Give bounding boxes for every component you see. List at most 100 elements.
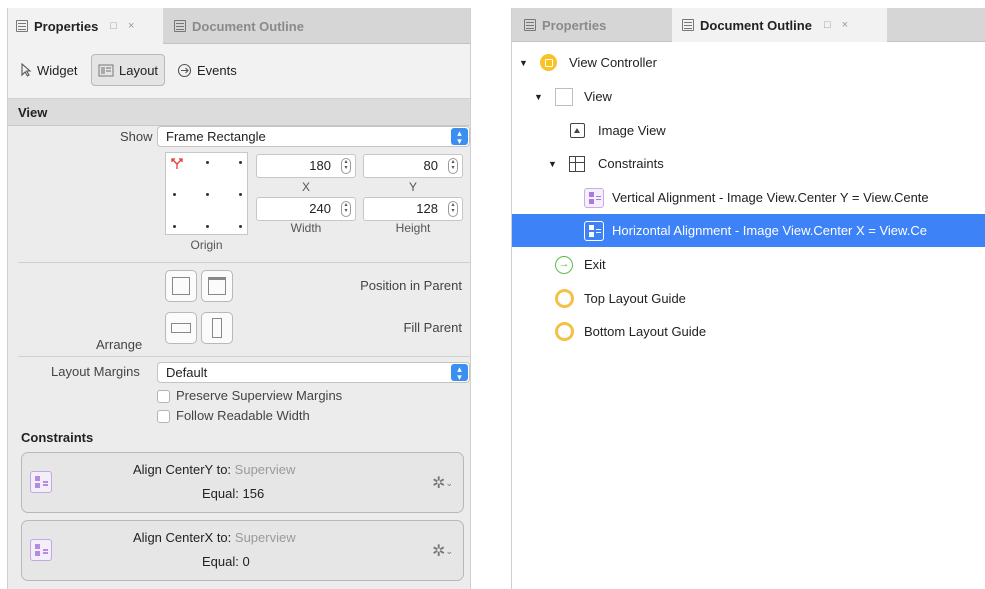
- arrow-circle-icon: [177, 63, 192, 77]
- height-value: 128: [416, 201, 438, 216]
- stepper-icon[interactable]: ▴ ▾: [341, 158, 351, 174]
- tab-label: Document Outline: [700, 17, 812, 33]
- constraint-card[interactable]: Align CenterY to: Superview Equal: 156 ✲…: [21, 452, 464, 513]
- view-controller-icon: [540, 54, 557, 71]
- show-popup[interactable]: Frame Rectangle ▴ ▾: [157, 126, 470, 147]
- origin-dot: [206, 193, 209, 196]
- equal-value[interactable]: 156: [243, 486, 265, 501]
- mode-widget[interactable]: Widget: [14, 54, 83, 86]
- fill-horizontal-button[interactable]: [165, 312, 197, 344]
- disclosure-triangle-icon[interactable]: ▼: [548, 159, 557, 169]
- outline-item-constraints[interactable]: ▼ Constraints: [512, 147, 985, 180]
- equal-value[interactable]: 0: [243, 554, 250, 569]
- stepper-icon[interactable]: ▴ ▾: [341, 201, 351, 217]
- position-vertical-icon: [208, 277, 226, 295]
- width-caption: Width: [290, 221, 322, 235]
- align-left-right-button[interactable]: [165, 270, 197, 302]
- layout-icon: [98, 64, 114, 76]
- constraint-prefix: Align CenterY to:: [133, 462, 232, 477]
- tab-properties[interactable]: Properties: [512, 8, 667, 42]
- disclosure-triangle-icon[interactable]: ▼: [534, 92, 543, 102]
- layout-guide-icon: [555, 289, 574, 308]
- show-value: Frame Rectangle: [166, 129, 266, 144]
- outline-label: Image View: [598, 123, 666, 138]
- constraint-target[interactable]: Superview: [235, 530, 296, 545]
- constraint-icon: [30, 539, 52, 561]
- width-value: 240: [309, 201, 331, 216]
- preserve-superview-margins-label: Preserve Superview Margins: [176, 388, 343, 403]
- constraint-card[interactable]: Align CenterX to: Superview Equal: 0 ✲⌄: [21, 520, 464, 581]
- constraints-title: Constraints: [21, 430, 94, 445]
- gear-icon[interactable]: ✲⌄: [432, 473, 453, 493]
- origin-label: Origin: [190, 238, 223, 252]
- outline-item-bottom-layout-guide[interactable]: Bottom Layout Guide: [512, 315, 985, 348]
- equal-label: Equal:: [202, 554, 239, 569]
- show-label: Show: [120, 129, 153, 144]
- exit-icon: →: [555, 255, 573, 274]
- layout-margins-popup[interactable]: Default ▴ ▾: [157, 362, 470, 383]
- outline-item-image-view[interactable]: Image View: [512, 114, 985, 147]
- layout-guide-icon: [555, 322, 574, 341]
- preserve-superview-margins-checkbox[interactable]: [157, 390, 170, 403]
- x-value: 180: [309, 158, 331, 173]
- popup-arrows-icon: ▴ ▾: [451, 364, 468, 382]
- outline-label: Horizontal Alignment - Image View.Center…: [612, 223, 927, 238]
- tab-document-outline[interactable]: Document Outline □ ×: [672, 8, 887, 42]
- mode-label: Events: [197, 62, 237, 78]
- constraint-target[interactable]: Superview: [235, 462, 296, 477]
- origin-dot: [206, 161, 209, 164]
- position-horizontal-icon: [172, 277, 190, 295]
- origin-dot: [173, 193, 176, 196]
- fill-horizontal-icon: [171, 323, 191, 333]
- height-field[interactable]: 128 ▴ ▾: [363, 197, 463, 221]
- align-top-bottom-button[interactable]: [201, 270, 233, 302]
- gear-icon[interactable]: ✲⌄: [432, 541, 453, 561]
- outline-item-view-controller[interactable]: ▼ View Controller: [512, 46, 985, 79]
- outline-item-exit[interactable]: → Exit: [512, 248, 985, 281]
- outline-item-top-layout-guide[interactable]: Top Layout Guide: [512, 282, 985, 315]
- tab-label: Properties: [542, 17, 607, 33]
- origin-grid[interactable]: [165, 152, 248, 235]
- outline-item-horizontal-alignment[interactable]: Horizontal Alignment - Image View.Center…: [512, 214, 985, 247]
- constraint-icon: [584, 220, 604, 241]
- follow-readable-width-checkbox[interactable]: [157, 410, 170, 423]
- origin-dot: [206, 225, 209, 228]
- outline-item-view[interactable]: ▼ View: [512, 80, 985, 113]
- tab-document-outline[interactable]: Document Outline: [174, 8, 334, 44]
- outline-label: View Controller: [569, 55, 657, 70]
- fill-vertical-button[interactable]: [201, 312, 233, 344]
- outline-label: Constraints: [598, 156, 664, 171]
- popup-arrows-icon: ▴ ▾: [451, 128, 468, 146]
- properties-icon: [16, 20, 28, 32]
- origin-dot: [173, 225, 176, 228]
- layout-margins-label: Layout Margins: [51, 364, 140, 379]
- disclosure-triangle-icon[interactable]: ▼: [519, 58, 528, 68]
- outline-label: Top Layout Guide: [584, 291, 686, 306]
- stepper-icon[interactable]: ▴ ▾: [448, 201, 458, 217]
- origin-anchor-icon: [171, 158, 183, 169]
- close-icon[interactable]: □ ×: [824, 19, 852, 31]
- mode-events[interactable]: Events: [171, 54, 243, 86]
- close-icon[interactable]: □ ×: [110, 20, 138, 32]
- outline-label: Bottom Layout Guide: [584, 324, 707, 339]
- section-header-view: View: [8, 99, 470, 126]
- constraint-icon: [584, 187, 604, 208]
- outline-label: Vertical Alignment - Image View.Center Y…: [612, 190, 929, 205]
- fill-vertical-icon: [212, 318, 222, 338]
- width-field[interactable]: 240 ▴ ▾: [256, 197, 356, 221]
- pointer-icon: [21, 63, 32, 77]
- document-outline-icon: [174, 20, 186, 32]
- y-field[interactable]: 80 ▴ ▾: [363, 154, 463, 178]
- tab-label: Document Outline: [192, 18, 304, 34]
- outline-label: View: [584, 89, 612, 104]
- follow-readable-width-label: Follow Readable Width: [176, 408, 310, 423]
- origin-dot: [239, 161, 242, 164]
- tab-properties[interactable]: Properties □ ×: [8, 8, 163, 44]
- stepper-icon[interactable]: ▴ ▾: [448, 158, 458, 174]
- origin-dot: [239, 225, 242, 228]
- outline-item-vertical-alignment[interactable]: Vertical Alignment - Image View.Center Y…: [512, 181, 985, 214]
- divider: [18, 262, 470, 263]
- x-field[interactable]: 180 ▴ ▾: [256, 154, 356, 178]
- y-value: 80: [423, 158, 438, 173]
- mode-layout[interactable]: Layout: [91, 54, 166, 86]
